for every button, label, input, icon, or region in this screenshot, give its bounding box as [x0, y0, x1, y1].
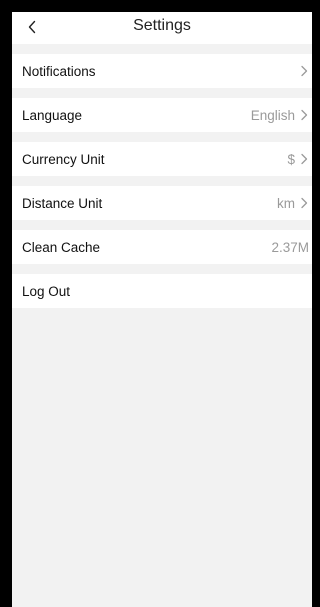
- row-label: Notifications: [22, 63, 96, 79]
- chevron-right-icon: [301, 109, 308, 121]
- cache-size-value: 2.37M: [271, 239, 309, 255]
- log-out-label: Log Out: [22, 283, 71, 299]
- header-bar: Settings: [12, 12, 312, 44]
- settings-row-currency-unit[interactable]: Currency Unit $: [12, 142, 312, 176]
- chevron-right-icon: [301, 197, 308, 209]
- settings-screen: Settings Notifications Language English …: [12, 12, 312, 607]
- settings-list: Notifications Language English Currency …: [12, 54, 312, 318]
- page-title: Settings: [133, 17, 191, 34]
- settings-row-log-out[interactable]: Log Out: [12, 274, 312, 308]
- settings-row-clean-cache[interactable]: Clean Cache 2.37M: [12, 230, 312, 264]
- settings-row-distance-unit[interactable]: Distance Unit km: [12, 186, 312, 220]
- row-label: Language: [22, 107, 83, 123]
- row-value: English: [250, 107, 295, 123]
- settings-row-language[interactable]: Language English: [12, 98, 312, 132]
- chevron-right-icon: [301, 65, 308, 77]
- row-label: Currency Unit: [22, 151, 105, 167]
- row-value: km: [277, 195, 295, 211]
- settings-row-notifications[interactable]: Notifications: [12, 54, 312, 88]
- row-value: $: [287, 151, 295, 167]
- chevron-right-icon: [301, 153, 308, 165]
- row-label: Clean Cache: [22, 239, 101, 255]
- row-label: Distance Unit: [22, 195, 103, 211]
